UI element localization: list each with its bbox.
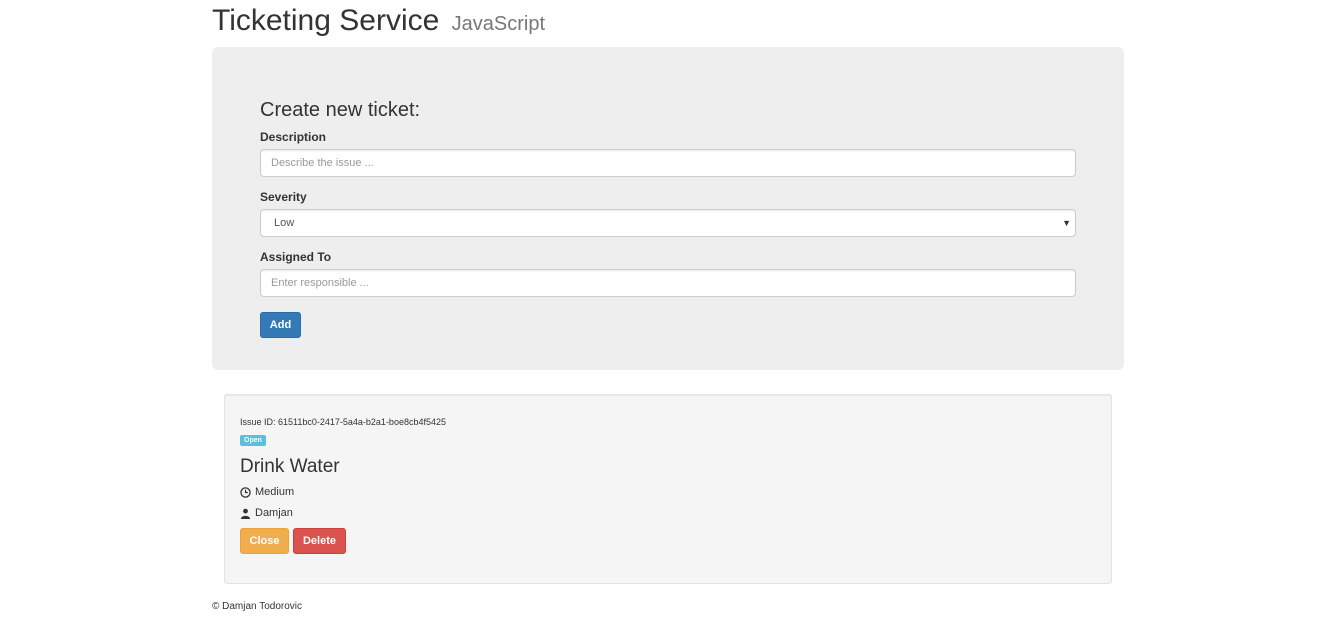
dropdown-arrow-icon: ▼ bbox=[1062, 218, 1071, 228]
clock-icon bbox=[240, 486, 251, 498]
add-button[interactable]: Add bbox=[260, 312, 301, 338]
page-title-text: Ticketing Service bbox=[212, 4, 440, 37]
create-ticket-panel: Create new ticket: Description Severity … bbox=[212, 47, 1124, 370]
footer-copyright: © Damjan Todorovic bbox=[212, 601, 302, 612]
severity-group: Severity Low ▼ bbox=[260, 190, 1076, 237]
issue-id: Issue ID: 61511bc0-2417-5a4a-b2a1-boe8cb… bbox=[240, 417, 446, 427]
issue-assignee: Damjan bbox=[240, 507, 446, 519]
issue-card: Issue ID: 61511bc0-2417-5a4a-b2a1-boe8cb… bbox=[224, 394, 1112, 584]
description-label: Description bbox=[260, 130, 327, 144]
form-heading: Create new ticket: bbox=[260, 99, 421, 121]
issue-card-content: Issue ID: 61511bc0-2417-5a4a-b2a1-boe8cb… bbox=[240, 417, 446, 554]
issue-actions: Close Delete bbox=[240, 528, 446, 554]
assigned-to-label: Assigned To bbox=[260, 250, 332, 264]
status-badge: Open bbox=[240, 435, 266, 446]
issue-severity-text: Medium bbox=[255, 486, 295, 498]
create-ticket-form: Create new ticket: Description Severity … bbox=[260, 99, 1076, 338]
page: Ticketing Service JavaScript Create new … bbox=[0, 0, 1337, 637]
description-group: Description bbox=[260, 130, 1076, 177]
delete-button[interactable]: Delete bbox=[293, 528, 346, 554]
user-icon bbox=[240, 508, 251, 519]
assigned-to-group: Assigned To bbox=[260, 250, 1076, 297]
close-button[interactable]: Close bbox=[240, 528, 289, 554]
page-subtitle: JavaScript bbox=[451, 13, 546, 35]
issue-assignee-text: Damjan bbox=[255, 507, 293, 519]
issue-severity: Medium bbox=[240, 486, 446, 498]
issue-title: Drink Water bbox=[240, 456, 340, 477]
severity-select[interactable]: Low ▼ bbox=[260, 209, 1076, 237]
description-input[interactable] bbox=[260, 149, 1076, 177]
page-title: Ticketing Service JavaScript bbox=[212, 4, 545, 38]
severity-selected-value: Low bbox=[274, 217, 295, 229]
assigned-to-input[interactable] bbox=[260, 269, 1076, 297]
severity-label: Severity bbox=[260, 190, 307, 204]
